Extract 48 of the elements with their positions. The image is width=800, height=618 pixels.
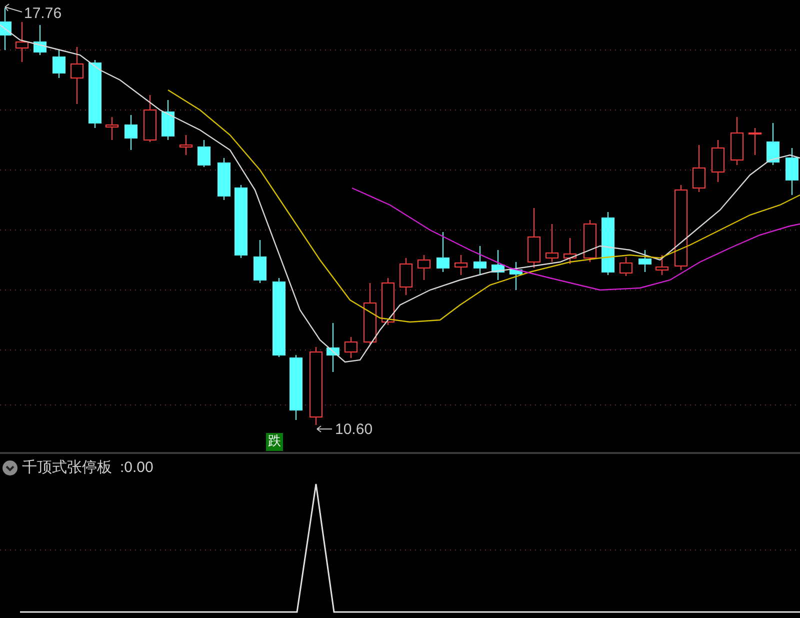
candlestick bbox=[290, 354, 302, 420]
candlestick bbox=[0, 8, 12, 50]
candlestick bbox=[730, 116, 744, 166]
candlestick bbox=[400, 258, 412, 296]
candlestick bbox=[474, 246, 486, 276]
candlestick bbox=[454, 254, 468, 276]
candlestick bbox=[638, 250, 652, 272]
candlestick bbox=[124, 114, 138, 150]
indicator-title: 千顶式张停板 bbox=[22, 458, 112, 477]
candlestick bbox=[748, 128, 762, 156]
candlestick bbox=[382, 278, 394, 326]
low-price-label: 10.60 bbox=[335, 421, 373, 438]
signal-badge: 跌 bbox=[266, 433, 283, 451]
candlestick bbox=[70, 46, 84, 104]
candlestick bbox=[364, 282, 376, 346]
candlestick bbox=[326, 322, 340, 372]
candlestick bbox=[602, 212, 614, 276]
candlestick bbox=[218, 158, 230, 200]
candlestick bbox=[254, 240, 266, 284]
candlestick bbox=[144, 94, 156, 142]
indicator-value: :0.00 bbox=[120, 459, 154, 476]
candlestick bbox=[492, 250, 504, 280]
candlestick bbox=[510, 262, 522, 290]
candlestick bbox=[180, 134, 192, 156]
candlestick bbox=[620, 256, 632, 276]
candlestick bbox=[766, 122, 780, 166]
candlestick bbox=[198, 140, 210, 168]
candlestick bbox=[656, 254, 668, 276]
candlestick bbox=[34, 24, 46, 56]
candlestick bbox=[16, 22, 28, 62]
candlestick bbox=[564, 238, 576, 264]
candlestick bbox=[106, 116, 118, 140]
candlestick bbox=[344, 336, 358, 358]
candlestick bbox=[436, 232, 450, 272]
arrow-icon bbox=[4, 4, 22, 12]
arrow-icon bbox=[316, 426, 332, 432]
candlestick bbox=[546, 224, 558, 262]
candlestick bbox=[162, 100, 174, 140]
candlestick bbox=[712, 140, 724, 182]
candlestick bbox=[52, 50, 66, 78]
candlestick bbox=[786, 148, 798, 196]
chevron-down-icon[interactable] bbox=[2, 460, 18, 476]
candlestick bbox=[528, 208, 540, 268]
candlestick bbox=[692, 144, 706, 192]
candlestick bbox=[88, 60, 102, 128]
candlestick bbox=[584, 220, 596, 262]
high-price-label: 17.76 bbox=[24, 5, 62, 22]
candlestick bbox=[418, 254, 430, 280]
